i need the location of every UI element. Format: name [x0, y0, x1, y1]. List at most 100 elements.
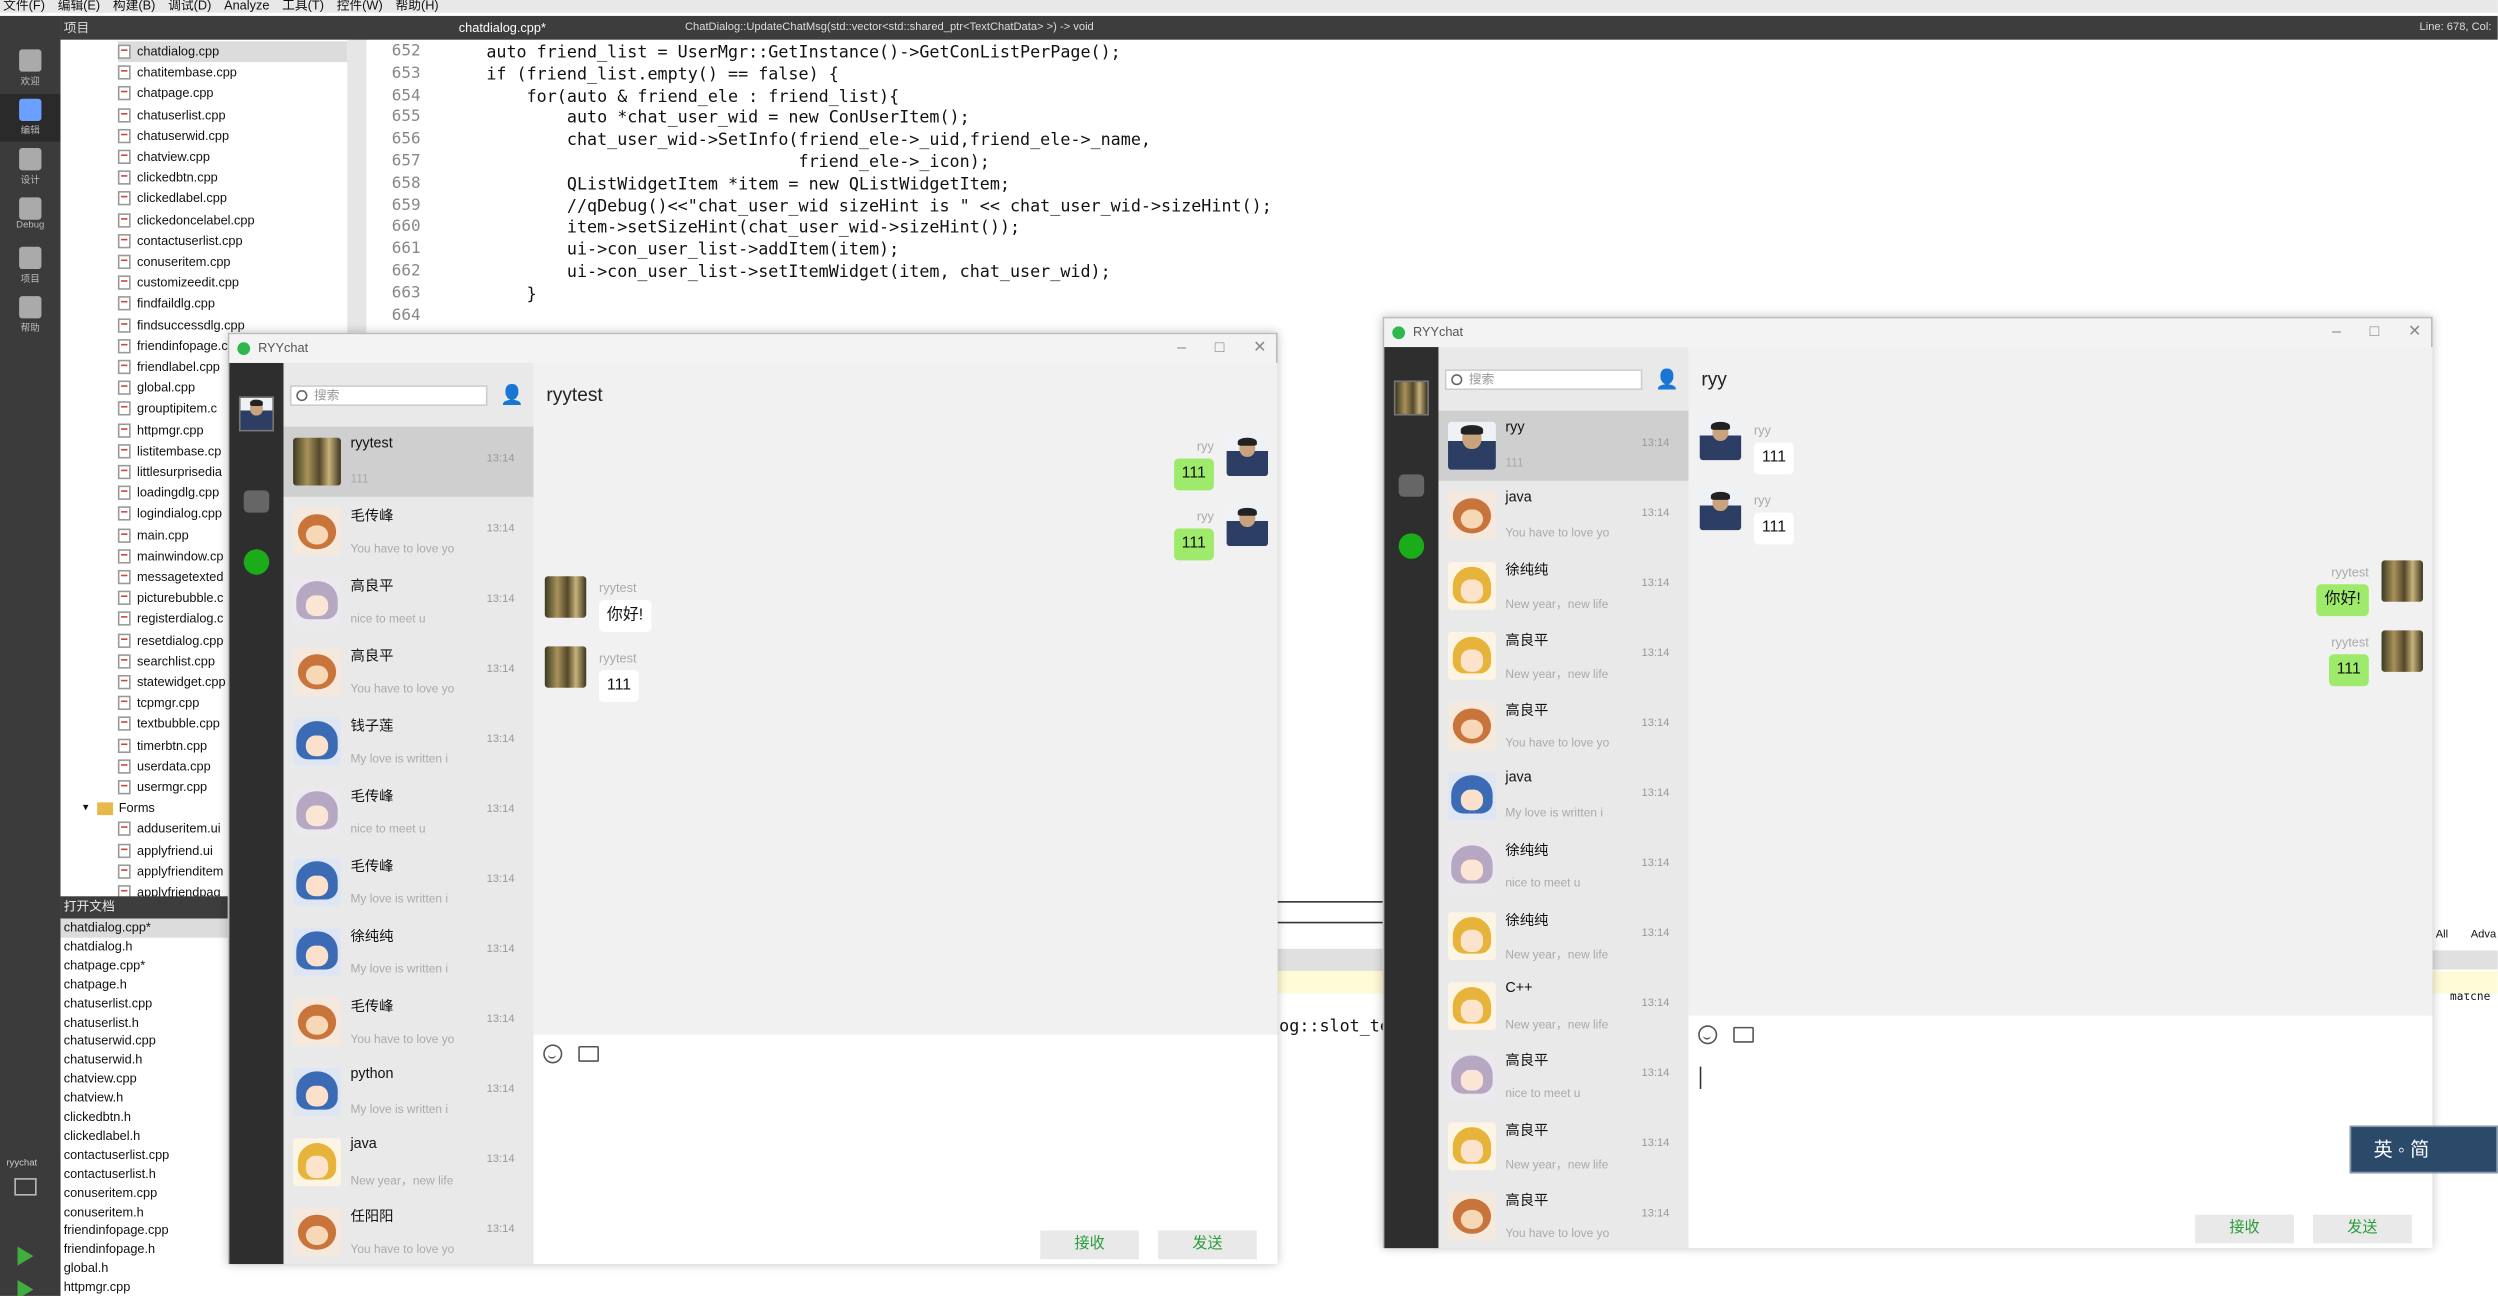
tree-file-item[interactable]: findfaildlg.cpp: [117, 294, 215, 315]
chat-list-item[interactable]: ryy 13:14 111: [1438, 410, 1689, 481]
tree-file-item[interactable]: picturebubble.c: [117, 588, 223, 609]
tree-file-item[interactable]: userdata.cpp: [117, 756, 211, 777]
run-icon[interactable]: [17, 1246, 34, 1266]
chat-list[interactable]: 搜索 👤 ryy 13:14 111 java 13:14 You have to lov…: [1438, 347, 1689, 1249]
tree-file-item[interactable]: clickedbtn.cpp: [117, 167, 218, 188]
close-button[interactable]: ✕: [1253, 334, 1266, 363]
message-bubble[interactable]: 111: [1173, 528, 1214, 561]
debug-run-icon[interactable]: [17, 1279, 34, 1296]
chat-list-item[interactable]: 毛传峰 13:14 My love is written i: [284, 847, 534, 917]
menu-item[interactable]: 调试(D): [168, 0, 211, 13]
expand-arrow-icon[interactable]: ▾: [83, 798, 89, 819]
mode-2[interactable]: 设计: [0, 143, 61, 191]
tree-file-item[interactable]: chatitembase.cpp: [117, 62, 237, 83]
message-input-area[interactable]: 接收 发送: [533, 1034, 1278, 1265]
title-bar[interactable]: RYYchat – □ ✕: [229, 334, 1276, 363]
open-document-item[interactable]: chatuserlist.h: [64, 1013, 139, 1032]
chat-list-item[interactable]: 高良平 13:14 You have to love yo: [284, 637, 534, 707]
tree-file-item[interactable]: friendinfopage.c: [117, 336, 228, 357]
open-document-item[interactable]: chatpage.h: [64, 975, 127, 994]
minimize-button[interactable]: –: [1177, 334, 1186, 363]
tree-file-item[interactable]: messagetexted: [117, 567, 223, 588]
chat-list-item[interactable]: 徐纯纯 13:14 New year，new life: [1438, 551, 1688, 621]
chat-list-item[interactable]: 任阳阳 13:14 You have to love yo: [284, 1197, 534, 1264]
chat-list-item[interactable]: 毛传峰 13:14 You have to love yo: [284, 497, 534, 567]
message-bubble[interactable]: 你好!: [598, 600, 652, 633]
chat-list-item[interactable]: 毛传峰 13:14 nice to meet u: [284, 777, 534, 847]
tree-file-item[interactable]: logindialog.cpp: [117, 504, 222, 525]
send-button[interactable]: 发送: [2313, 1214, 2412, 1244]
tree-file-item[interactable]: resetdialog.cpp: [117, 630, 223, 651]
chat-list-item[interactable]: ryytest 13:14 111: [283, 426, 534, 497]
chat-icon[interactable]: [1398, 533, 1425, 559]
message-bubble[interactable]: 111: [2328, 654, 2369, 687]
tree-file-item[interactable]: clickedlabel.cpp: [117, 188, 227, 209]
folder-icon[interactable]: [578, 1045, 599, 1062]
menu-item[interactable]: 帮助(H): [395, 0, 438, 13]
open-document-item[interactable]: chatdialog.h: [64, 938, 133, 957]
tree-file-item[interactable]: tcpmgr.cpp: [117, 693, 199, 714]
open-document-item[interactable]: chatview.h: [64, 1089, 124, 1108]
receive-button[interactable]: 接收: [1040, 1230, 1139, 1260]
ime-indicator[interactable]: 英 ◦ 简: [2349, 1125, 2498, 1174]
chat-list-item[interactable]: 徐纯纯 13:14 nice to meet u: [1438, 831, 1688, 901]
tree-file-item[interactable]: timerbtn.cpp: [117, 735, 207, 756]
chat-list-item[interactable]: 钱子莲 13:14 My love is written i: [284, 707, 534, 777]
mode-4[interactable]: 项目: [0, 242, 61, 290]
chat-list-item[interactable]: 毛传峰 13:14 You have to love yo: [284, 987, 534, 1057]
menu-item[interactable]: 控件(W): [337, 0, 383, 13]
tree-file-item[interactable]: applyfrienditem: [117, 861, 223, 882]
chat-list-item[interactable]: java 13:14 My love is written i: [1438, 761, 1688, 831]
contacts-icon[interactable]: [243, 490, 270, 513]
tree-file-item[interactable]: loadingdlg.cpp: [117, 483, 219, 504]
code-editor[interactable]: auto friend_list = UserMgr::GetInstance(…: [446, 39, 2498, 327]
menu-item[interactable]: 编辑(E): [58, 0, 100, 13]
minimize-button[interactable]: –: [2332, 318, 2341, 347]
message-bubble[interactable]: 111: [1753, 442, 1795, 475]
tree-file-item[interactable]: statewidget.cpp: [117, 672, 226, 693]
open-document-item[interactable]: chatuserwid.cpp: [64, 1032, 156, 1051]
open-document-item[interactable]: chatuserlist.cpp: [64, 994, 153, 1013]
open-document-item[interactable]: conuseritem.h: [64, 1203, 144, 1222]
mode-5[interactable]: 帮助: [0, 291, 61, 339]
tree-file-item[interactable]: findsuccessdlg.cpp: [117, 315, 245, 336]
chat-list-item[interactable]: 高良平 13:14 New year，new life: [1438, 621, 1688, 691]
open-document-item[interactable]: friendinfopage.cpp: [64, 1222, 169, 1241]
tree-file-item[interactable]: customizeedit.cpp: [117, 273, 239, 294]
folder-icon[interactable]: [1733, 1026, 1754, 1043]
chat-list-item[interactable]: 高良平 13:14 You have to love yo: [1438, 691, 1688, 761]
tree-file-item[interactable]: chatdialog.cpp: [117, 41, 348, 63]
tree-file-item[interactable]: usermgr.cpp: [117, 777, 207, 798]
chat-list-item[interactable]: java 13:14 You have to love yo: [1438, 481, 1688, 551]
chat-list-item[interactable]: python 13:14 My love is written i: [284, 1057, 534, 1127]
tree-file-item[interactable]: littlesurprisedia: [117, 462, 222, 483]
tree-file-item[interactable]: chatpage.cpp: [117, 83, 214, 104]
open-document-item[interactable]: friendinfopage.h: [64, 1241, 155, 1260]
contacts-icon[interactable]: [1398, 474, 1425, 497]
open-document-item[interactable]: contactuserlist.h: [64, 1165, 156, 1184]
chat-list-item[interactable]: 高良平 13:14 New year，new life: [1438, 1111, 1688, 1181]
chat-list-item[interactable]: java 13:14 New year，new life: [284, 1127, 534, 1197]
chat-list-item[interactable]: C++ 13:14 New year，new life: [1438, 971, 1688, 1041]
close-button[interactable]: ✕: [2408, 318, 2421, 347]
tree-file-item[interactable]: adduseritem.ui: [117, 819, 221, 840]
find-all-label[interactable]: All: [2436, 930, 2448, 941]
title-bar[interactable]: RYYchat – □ ✕: [1384, 318, 2431, 348]
open-document-item[interactable]: chatpage.cpp*: [64, 956, 145, 975]
chat-list-item[interactable]: 徐纯纯 13:14 New year，new life: [1438, 901, 1688, 971]
find-advanced-label[interactable]: Adva: [2471, 930, 2496, 941]
open-file-combo[interactable]: chatdialog.cpp*: [459, 16, 546, 40]
message-bubble[interactable]: 你好!: [2316, 584, 2369, 617]
maximize-button[interactable]: □: [2370, 318, 2380, 347]
mode-1[interactable]: 编辑: [0, 93, 61, 142]
receive-button[interactable]: 接收: [2195, 1214, 2294, 1244]
search-input[interactable]: 搜索: [289, 385, 488, 406]
open-document-item[interactable]: global.h: [64, 1260, 109, 1279]
message-input-area[interactable]: 接收 发送: [1688, 1015, 2433, 1249]
chat-icon[interactable]: [243, 549, 270, 575]
open-document-item[interactable]: clickedlabel.h: [64, 1127, 141, 1146]
menu-item[interactable]: 构建(B): [113, 0, 155, 13]
open-document-item[interactable]: httpmgr.cpp: [64, 1279, 131, 1296]
chat-list[interactable]: 搜索 👤 ryytest 13:14 111 毛传峰 13:14 You have to …: [283, 362, 534, 1265]
open-document-item[interactable]: contactuserlist.cpp: [64, 1146, 170, 1165]
